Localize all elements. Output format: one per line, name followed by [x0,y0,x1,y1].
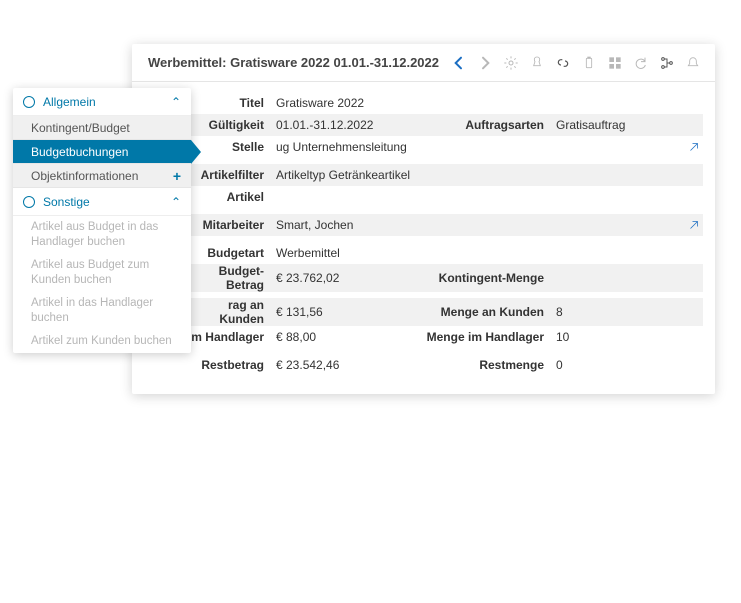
value-artikel [272,195,703,199]
radio-icon [23,196,35,208]
value-betrag-im-handlager: € 88,00 [272,328,422,346]
sidebar-disabled-item: Artikel zum Kunden buchen [13,330,191,353]
label-budgetart: Budgetart [182,246,272,260]
lookup-mitarbeiter-icon[interactable] [685,219,703,231]
label-artikel: Artikel [182,190,272,204]
radio-icon [23,96,35,108]
sidebar-group-label: Allgemein [43,95,96,109]
sidebar-disabled-item: Artikel aus Budget zum Kunden buchen [13,254,191,292]
link-icon[interactable] [551,51,575,75]
label-menge-an-kunden: Menge an Kunden [422,305,552,319]
value-stelle: ug Unternehmensleitung [272,138,685,156]
value-budgetbetrag: € 23.762,02 [272,269,422,287]
header: Werbemittel: Gratisware 2022 01.01.-31.1… [132,44,715,82]
sidebar-disabled-item: Artikel aus Budget in das Handlager buch… [13,216,191,254]
toolbar [447,51,705,75]
label-betrag-im-handlager: im Handlager [182,330,272,344]
pin-icon[interactable] [525,51,549,75]
value-titel: Gratisware 2022 [272,94,703,112]
sidebar-group-label: Sonstige [43,195,90,209]
sidebar-item-label: Kontingent/Budget [31,121,130,135]
bell-icon[interactable] [681,51,705,75]
sidebar-item-budgetbuchungen[interactable]: Budgetbuchungen [13,140,191,164]
label-auftragsarten: Auftragsarten [422,118,552,132]
value-betrag-an-kunden: € 131,56 [272,303,422,321]
gear-icon[interactable] [499,51,523,75]
sidebar-disabled-item: Artikel in das Handlager buchen [13,292,191,330]
value-artikelfilter: Artikeltyp Getränkeartikel [272,166,703,184]
label-restbetrag: Restbetrag [182,358,272,372]
label-titel: Titel [182,96,272,110]
refresh-icon[interactable] [629,51,653,75]
sidebar: Allgemein ⌃ Kontingent/Budget Budgetbuch… [13,88,191,353]
label-budgetbetrag: Budget-Betrag [182,264,272,292]
value-mitarbeiter: Smart, Jochen [272,216,685,234]
sidebar-group-allgemein[interactable]: Allgemein ⌃ [13,88,191,116]
label-mitarbeiter: Mitarbeiter [182,218,272,232]
nav-forward-icon [473,51,497,75]
value-menge-im-handlager: 10 [552,328,652,346]
value-gueltigkeit: 01.01.-31.12.2022 [272,116,422,134]
page-title: Werbemittel: Gratisware 2022 01.01.-31.1… [148,55,439,70]
label-restmenge: Restmenge [422,358,552,372]
value-restbetrag: € 23.542,46 [272,356,422,374]
sidebar-item-label: Budgetbuchungen [31,145,128,159]
label-gueltigkeit: Gültigkeit [182,118,272,132]
tree-icon[interactable] [655,51,679,75]
lookup-stelle-icon[interactable] [685,141,703,153]
value-menge-an-kunden: 8 [552,303,652,321]
value-kontingentmenge [552,276,652,280]
value-budgetart: Werbemittel [272,244,703,262]
chevron-up-icon: ⌃ [171,95,181,109]
detail-panel: Werbemittel: Gratisware 2022 01.01.-31.1… [132,44,715,394]
nav-back-icon[interactable] [447,51,471,75]
label-menge-im-handlager: Menge im Handlager [422,330,552,344]
chevron-up-icon: ⌃ [171,195,181,209]
sidebar-group-sonstige[interactable]: Sonstige ⌃ [13,188,191,216]
value-restmenge: 0 [552,356,652,374]
label-artikelfilter: Artikelfilter [182,168,272,182]
sidebar-item-kontingent[interactable]: Kontingent/Budget [13,116,191,140]
value-auftragsarten: Gratisauftrag [552,116,652,134]
sidebar-item-objektinfo[interactable]: Objektinformationen + [13,164,191,188]
label-betrag-an-kunden: rag an Kunden [182,298,272,326]
form-content: Titel Gratisware 2022 Gültigkeit 01.01.-… [132,82,715,386]
plus-icon[interactable]: + [173,168,181,184]
label-kontingentmenge: Kontingent-Menge [422,271,552,285]
battery-icon[interactable] [577,51,601,75]
grid-icon[interactable] [603,51,627,75]
sidebar-item-label: Objektinformationen [31,169,138,183]
